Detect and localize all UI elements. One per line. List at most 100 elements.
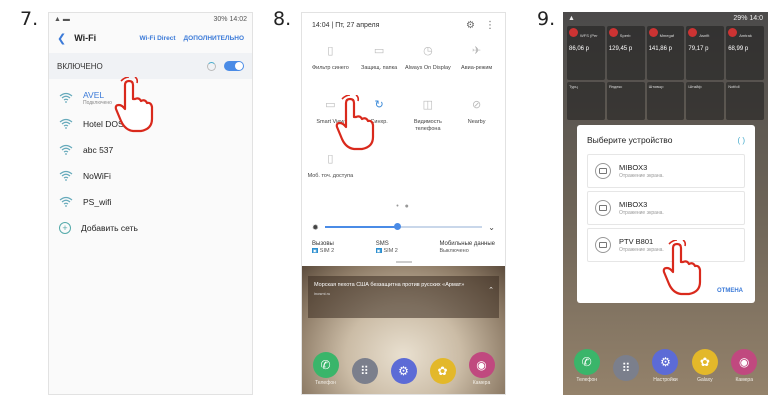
apps-grid[interactable]: ⠿ (351, 358, 378, 386)
quick-tile-sync[interactable]: ↻ Синхр. (355, 95, 404, 145)
app-widget[interactable]: Штайф (686, 82, 725, 120)
settings-app[interactable]: ⚙ (390, 358, 417, 386)
wifi-network-row[interactable]: PS_wifi (49, 189, 252, 215)
widget-label: WFS (Per (580, 33, 598, 38)
stock-widget[interactable]: Mmegaf 141,86 р (646, 26, 685, 80)
plus-icon: + (59, 222, 71, 234)
camera-app[interactable]: ◉ Камера (731, 349, 758, 383)
wifi-network-text: PS_wifi (83, 197, 111, 207)
wifi-network-row[interactable]: NoWiFi (49, 163, 252, 189)
wifi-toggle[interactable] (224, 61, 244, 71)
sim-badge-icon: ▣ (375, 248, 382, 253)
smart-view-icon: ▭ (325, 99, 336, 112)
quick-tile-label: Nearby (467, 119, 486, 125)
wifi-signal-icon (59, 196, 73, 209)
wifi-direct-button[interactable]: Wi-Fi Direct (139, 35, 175, 42)
widget-value: 141,86 р (648, 46, 672, 52)
wifi-network-name: PS_wifi (83, 197, 112, 207)
app-widget[interactable]: Notfoll (726, 82, 764, 120)
brightness-icon: ✹ (312, 222, 319, 232)
device-option[interactable]: PTV B801 Отражение экрана. (587, 228, 745, 262)
tutorial-stage: 7. ▲ ▬ 30% 14:02 ❮ Wi-Fi Wi-Fi Direct ДО… (0, 0, 769, 395)
chevron-down-icon[interactable]: ⌄ (488, 223, 495, 232)
device-chooser-screen: ▲ 29% 14:0 WFS (Per 86,06 р Sperb 129,45 р M… (563, 12, 768, 395)
quick-tile-folder[interactable]: ▭ Защищ. папка (355, 41, 404, 91)
wifi-network-row[interactable]: abc 537 (49, 137, 252, 163)
quick-tile-label: Фильтр синего (311, 65, 349, 71)
stock-widget[interactable]: Amtrak 68,99 р (726, 26, 764, 80)
filter-icon: ▯ (327, 45, 334, 58)
status-icons-left: ▲ (568, 14, 575, 22)
widget-label: Штовыр (648, 84, 664, 89)
settings-app-icon: ⚙ (652, 349, 679, 375)
select-device-dialog: Выберите устройство ( ) MIBOX3 Отражение … (577, 125, 755, 303)
quick-tile-visibility[interactable]: ◫ Видимость телефона (404, 95, 453, 145)
add-network-row[interactable]: + Добавить сеть (49, 215, 252, 241)
dialog-title: Выберите устройство (587, 135, 673, 145)
sim-setting-value: SIM 2 (383, 248, 398, 254)
sim-setting-value: SIM 2 (319, 248, 335, 254)
status-bar: ▲ 29% 14:0 (563, 12, 768, 24)
gear-icon[interactable]: ⚙ (466, 20, 475, 31)
app-widget[interactable]: Штовыр (646, 82, 685, 120)
quick-tile-airplane[interactable]: ✈ Авиа-режим (452, 41, 501, 91)
quick-tile-filter[interactable]: ▯ Фильтр синего (306, 41, 355, 91)
wifi-network-name: Hotel DOSAAF (83, 119, 141, 129)
clock-icon: ◷ (423, 45, 433, 58)
phone-app[interactable]: ✆ Телефон (573, 349, 600, 383)
wifi-settings-screen: ▲ ▬ 30% 14:02 ❮ Wi-Fi Wi-Fi Direct ДОПОЛ… (48, 12, 253, 395)
device-description: Отражение экрана. (619, 210, 664, 216)
sim-setting[interactable]: Вызовы ▣ SIM 2 (312, 241, 334, 254)
wifi-master-switch-row[interactable]: ВКЛЮЧЕНО (49, 53, 252, 79)
device-option[interactable]: MIBOX3 Отражение экрана. (587, 191, 745, 225)
phone-app-icon: ✆ (573, 349, 600, 375)
sim-badge-icon: ▣ (312, 248, 318, 253)
quick-tile-clock[interactable]: ◷ Always On Display (404, 41, 453, 91)
camera-app[interactable]: ◉ Камера (468, 352, 495, 386)
stock-widget[interactable]: Sperb 129,45 р (606, 26, 645, 80)
step-number-9: 9. (537, 8, 556, 30)
phone-app[interactable]: ✆ Телефон (312, 352, 339, 386)
sim-setting[interactable]: Мобильные данные Выключено (439, 241, 495, 254)
galaxy-apps-icon: ✿ (429, 358, 456, 384)
more-button[interactable]: ДОПОЛНИТЕЛЬНО (184, 35, 244, 42)
settings-app[interactable]: ⚙ Настройки (652, 349, 679, 383)
apps-grid-icon: ⠿ (613, 355, 640, 381)
quick-tile-smart-view[interactable]: ▭ Smart View (306, 95, 355, 145)
galaxy-apps[interactable]: ✿ Galaxy (691, 349, 718, 383)
wifi-network-row[interactable]: Hotel DOSAAF (49, 111, 252, 137)
widget-label: Mmegaf (659, 33, 675, 38)
step-number-8: 8. (273, 8, 292, 30)
page-title: Wi-Fi (74, 33, 97, 43)
news-card[interactable]: Морская пехота США беззащитна против рус… (308, 276, 499, 318)
cancel-button[interactable]: ОТМЕНА (717, 288, 743, 294)
cast-device-icon (595, 163, 611, 179)
wifi-network-status: Подключено (83, 100, 112, 106)
wifi-network-text: AVEL Подключено (83, 90, 112, 106)
network-list: AVEL Подключено Hotel DOSAAF abc 537 NoWiFi P… (49, 85, 252, 215)
quick-tile-label: Синхр. (370, 119, 388, 125)
stock-widget[interactable]: WFS (Per 86,06 р (567, 26, 605, 80)
brightness-fill (324, 226, 398, 228)
quick-panel-screen: 14:04 | Пт, 27 апреля ⚙ ⋮ ▯ Фильтр синего… (301, 12, 506, 395)
apps-grid[interactable]: ⠿ (613, 355, 640, 383)
more-vert-icon[interactable]: ⋮ (485, 20, 495, 31)
quick-tile-label: Защищ. папка (361, 65, 398, 71)
quick-tile-nearby[interactable]: ⊘ Nearby (452, 95, 501, 145)
device-option[interactable]: MIBOX3 Отражение экрана. (587, 154, 745, 188)
brightness-knob[interactable] (394, 223, 402, 231)
sim-setting-value: Выключено (439, 248, 469, 254)
sim-setting[interactable]: SMS ▣ SIM 2 (375, 241, 398, 254)
galaxy-apps[interactable]: ✿ (429, 358, 456, 386)
app-widget[interactable]: Турц (567, 82, 605, 120)
wifi-network-row[interactable]: AVEL Подключено (49, 85, 252, 111)
scanning-spinner-icon: ( ) (737, 135, 745, 145)
brightness-slider[interactable] (324, 223, 483, 231)
app-widget[interactable]: Яндекс (606, 82, 645, 120)
back-arrow-icon[interactable]: ❮ (57, 32, 66, 45)
home-wallpaper: Морская пехота США беззащитна против рус… (302, 266, 505, 394)
drag-handle[interactable] (395, 261, 412, 263)
wifi-toolbar: ❮ Wi-Fi Wi-Fi Direct ДОПОЛНИТЕЛЬНО (49, 25, 252, 51)
stock-widget[interactable]: Asnfit 79,17 р (686, 26, 725, 80)
quick-tile-hotspot[interactable]: ▯ Моб. точ. доступа (306, 149, 355, 199)
